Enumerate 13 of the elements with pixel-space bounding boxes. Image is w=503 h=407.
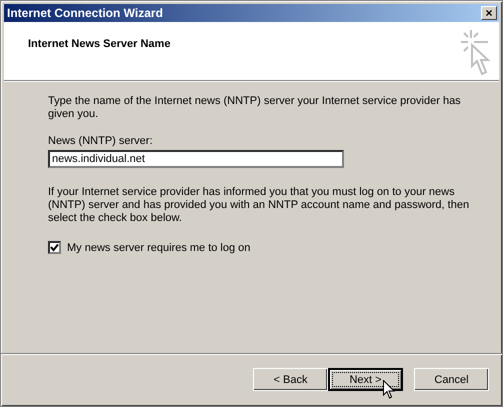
checkbox[interactable] (48, 241, 61, 254)
wizard-button[interactable]: < Back (253, 368, 328, 391)
close-button[interactable]: × (481, 6, 497, 20)
window-title: Internet Connection Wizard (7, 6, 163, 20)
wizard-button[interactable]: Cancel (414, 368, 489, 391)
page-title: Internet News Server Name (28, 38, 170, 52)
field-label: News (NNTP) server: (48, 135, 154, 147)
checkbox-label[interactable]: My news server requires me to log on (67, 242, 250, 254)
server-field[interactable]: news.individual.net (48, 150, 344, 168)
mouse-pointer-icon (383, 380, 395, 399)
intro-text: Type the name of the Internet news (NNTP) server your Internet service provider has given you. (48, 95, 462, 121)
logon-note: If your Internet service provider has informed you that you must log on to your news (NNTP) server and has provided you with an NNTP account name and password, then select the check box below. (48, 186, 470, 225)
sparkle-cursor-icon (461, 30, 491, 78)
